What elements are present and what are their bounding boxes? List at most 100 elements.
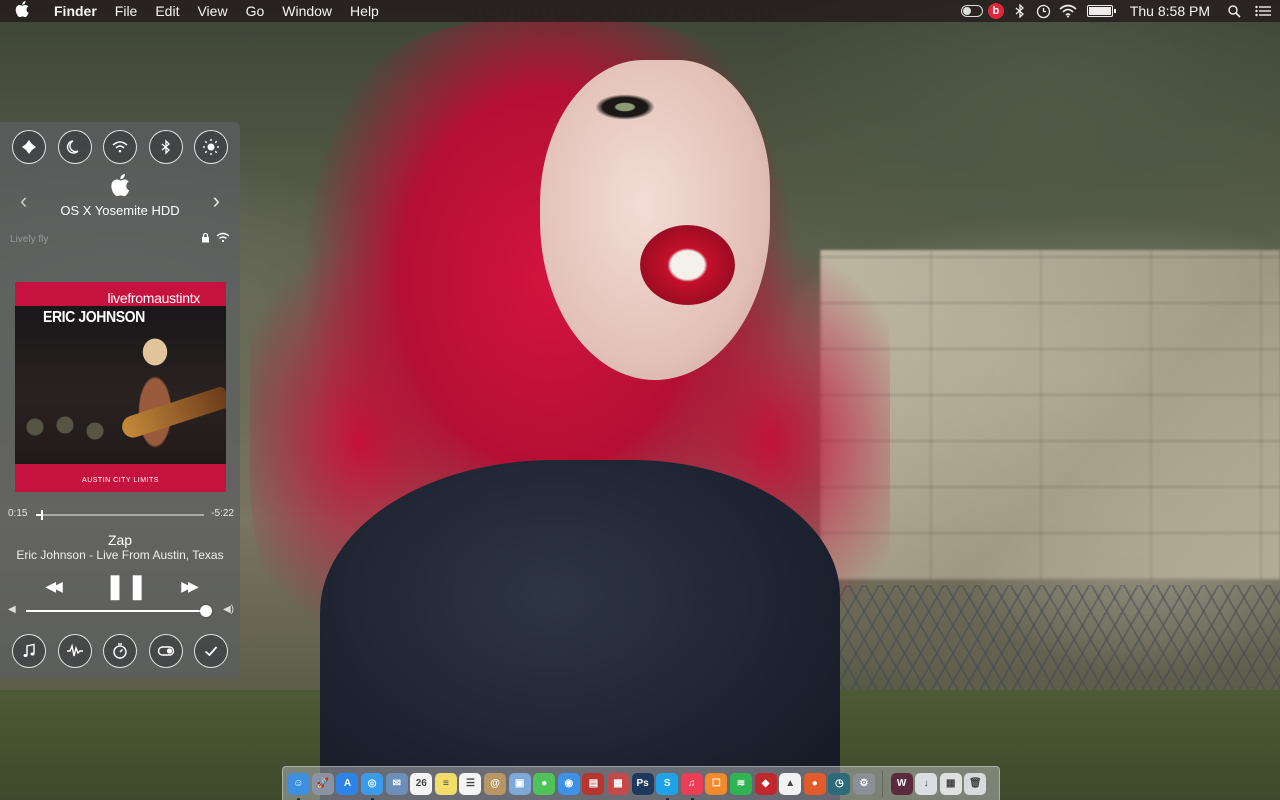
wifi-icon[interactable]: [1056, 0, 1080, 22]
ibooks-glyph: ☐: [711, 778, 721, 789]
volume-high-icon: ◀): [222, 604, 234, 615]
dock-separator: [882, 770, 884, 797]
menu-clock[interactable]: Thu 8:58 PM: [1120, 3, 1222, 19]
volume-knob[interactable]: [200, 605, 213, 617]
brightness-icon[interactable]: [194, 130, 228, 164]
volume-track[interactable]: [26, 605, 213, 617]
progress-track[interactable]: [36, 510, 204, 520]
firefox-glyph: ●: [811, 778, 818, 789]
music-note-icon[interactable]: [12, 634, 46, 668]
safari-glyph: ◎: [367, 778, 377, 789]
checkmark-icon[interactable]: [194, 634, 228, 668]
finder-icon[interactable]: ☺: [287, 772, 310, 800]
firefox-icon[interactable]: ●: [803, 772, 826, 795]
trash-icon[interactable]: 🗑: [964, 772, 987, 795]
quick-toggles: [12, 130, 228, 164]
dashboard-icon[interactable]: [12, 130, 46, 164]
contacts-icon[interactable]: @: [484, 772, 507, 795]
apple-menu-icon[interactable]: [0, 1, 44, 21]
album-footer-label: AUSTIN CITY LIMITS: [82, 477, 159, 484]
menu-view[interactable]: View: [188, 0, 236, 22]
moon-icon[interactable]: [57, 130, 92, 164]
spotlight-icon[interactable]: [1222, 0, 1246, 22]
playback-progress[interactable]: 0:15 -5:22: [8, 508, 234, 522]
vlc-icon[interactable]: ▲: [779, 772, 802, 795]
dock: ☺ 🚀 A ◎ ✉ 26 ≡ ☰ @ ▣ ● ◉ ▤ ▦ Ps S ♫ ☐ ≋ ◆ ▲ ● ◷ ⚙ W ↓ ▦ 🗑: [282, 766, 1000, 800]
documents-stack-icon[interactable]: ▦: [939, 772, 962, 795]
menu-app-name[interactable]: Finder: [44, 0, 106, 22]
skype-icon[interactable]: S: [656, 772, 679, 800]
control-center-panel: ‹ OS X Yosemite HDD › Lively fly livefro…: [0, 122, 240, 678]
spotify-glyph: ≋: [736, 778, 746, 789]
album-artwork: livefromaustintx ERIC JOHNSON AUSTIN CIT…: [15, 282, 226, 492]
switch-icon[interactable]: [148, 634, 183, 668]
pause-button[interactable]: ❚❚: [105, 572, 147, 601]
dock-utilities: W ↓ ▦ 🗑: [889, 772, 987, 795]
panel-bottom-buttons: [12, 634, 228, 668]
battery-icon[interactable]: [1080, 0, 1120, 22]
calendar-glyph: 26: [415, 778, 427, 789]
menu-edit[interactable]: Edit: [146, 0, 188, 22]
time-machine-glyph: ◷: [834, 778, 844, 789]
finder-glyph: ☺: [293, 778, 304, 789]
notes-icon[interactable]: ≡: [434, 772, 457, 795]
wifi-icon: [216, 232, 230, 246]
progress-playhead[interactable]: [41, 510, 44, 520]
downloads-icon[interactable]: ↓: [915, 772, 938, 795]
documents-stack-glyph: ▦: [946, 778, 956, 789]
wunderlist-glyph: W: [896, 778, 907, 789]
time-machine-icon[interactable]: ◷: [828, 772, 851, 795]
sketch-icon[interactable]: ◆: [754, 772, 777, 795]
next-device-arrow[interactable]: ›: [213, 188, 220, 214]
dock-apps: ☺ 🚀 A ◎ ✉ 26 ≡ ☰ @ ▣ ● ◉ ▤ ▦ Ps S ♫ ☐ ≋ ◆ ▲ ● ◷ ⚙: [286, 772, 876, 800]
device-selector: ‹ OS X Yosemite HDD ›: [0, 172, 240, 222]
beats-icon[interactable]: b: [984, 0, 1008, 22]
notification-center-icon[interactable]: [1246, 0, 1280, 22]
volume-slider[interactable]: ◀ ◀): [8, 604, 234, 618]
messages-icon[interactable]: ●: [533, 772, 556, 795]
bluetooth-icon[interactable]: [148, 130, 183, 164]
spotify-icon[interactable]: ≋: [729, 772, 752, 795]
itunes-glyph: ♫: [688, 778, 696, 789]
album-artist-title: ERIC JOHNSON: [43, 309, 145, 326]
reminders-icon[interactable]: ☰: [459, 772, 482, 795]
launchpad-icon[interactable]: 🚀: [311, 772, 334, 795]
photos-icon[interactable]: ▦: [607, 772, 630, 795]
toggle-icon[interactable]: [960, 0, 984, 22]
calendar-icon[interactable]: 26: [410, 772, 433, 795]
timer-icon[interactable]: [103, 634, 137, 668]
menu-file[interactable]: File: [106, 0, 147, 22]
fast-forward-button[interactable]: ▶▶: [173, 578, 203, 595]
app-store-icon[interactable]: A: [336, 772, 359, 795]
preview-glyph: ▣: [514, 778, 525, 789]
transport-controls: ◀◀ ❚❚ ▶▶: [0, 572, 240, 601]
ibooks-icon[interactable]: ☐: [705, 772, 728, 795]
menu-go[interactable]: Go: [237, 0, 274, 22]
mail-icon[interactable]: ✉: [385, 772, 408, 795]
facetime-icon[interactable]: ◉: [557, 772, 580, 795]
wallpaper-lips: [640, 225, 735, 305]
photo-booth-glyph: ▤: [588, 778, 599, 789]
wifi-icon[interactable]: [103, 130, 137, 164]
photos-glyph: ▦: [613, 778, 623, 789]
launchpad-glyph: 🚀: [316, 778, 330, 789]
wunderlist-icon[interactable]: W: [890, 772, 913, 795]
preview-icon[interactable]: ▣: [508, 772, 531, 795]
menu-window[interactable]: Window: [273, 0, 341, 22]
photo-booth-icon[interactable]: ▤: [582, 772, 605, 795]
menu-help[interactable]: Help: [341, 0, 388, 22]
time-machine-icon[interactable]: [1032, 0, 1056, 22]
bluetooth-icon[interactable]: [1008, 0, 1032, 22]
volume-low-icon: ◀: [8, 604, 16, 615]
system-preferences-glyph: ⚙: [859, 778, 869, 789]
waveform-icon[interactable]: [57, 634, 92, 668]
notes-glyph: ≡: [442, 778, 449, 789]
rewind-button[interactable]: ◀◀: [37, 578, 67, 595]
mail-glyph: ✉: [392, 778, 401, 789]
itunes-icon[interactable]: ♫: [680, 772, 703, 800]
app-store-glyph: A: [343, 778, 352, 789]
panel-status-icons: [201, 232, 230, 246]
system-preferences-icon[interactable]: ⚙: [852, 772, 875, 795]
safari-icon[interactable]: ◎: [361, 772, 384, 800]
photoshop-icon[interactable]: Ps: [631, 772, 654, 795]
